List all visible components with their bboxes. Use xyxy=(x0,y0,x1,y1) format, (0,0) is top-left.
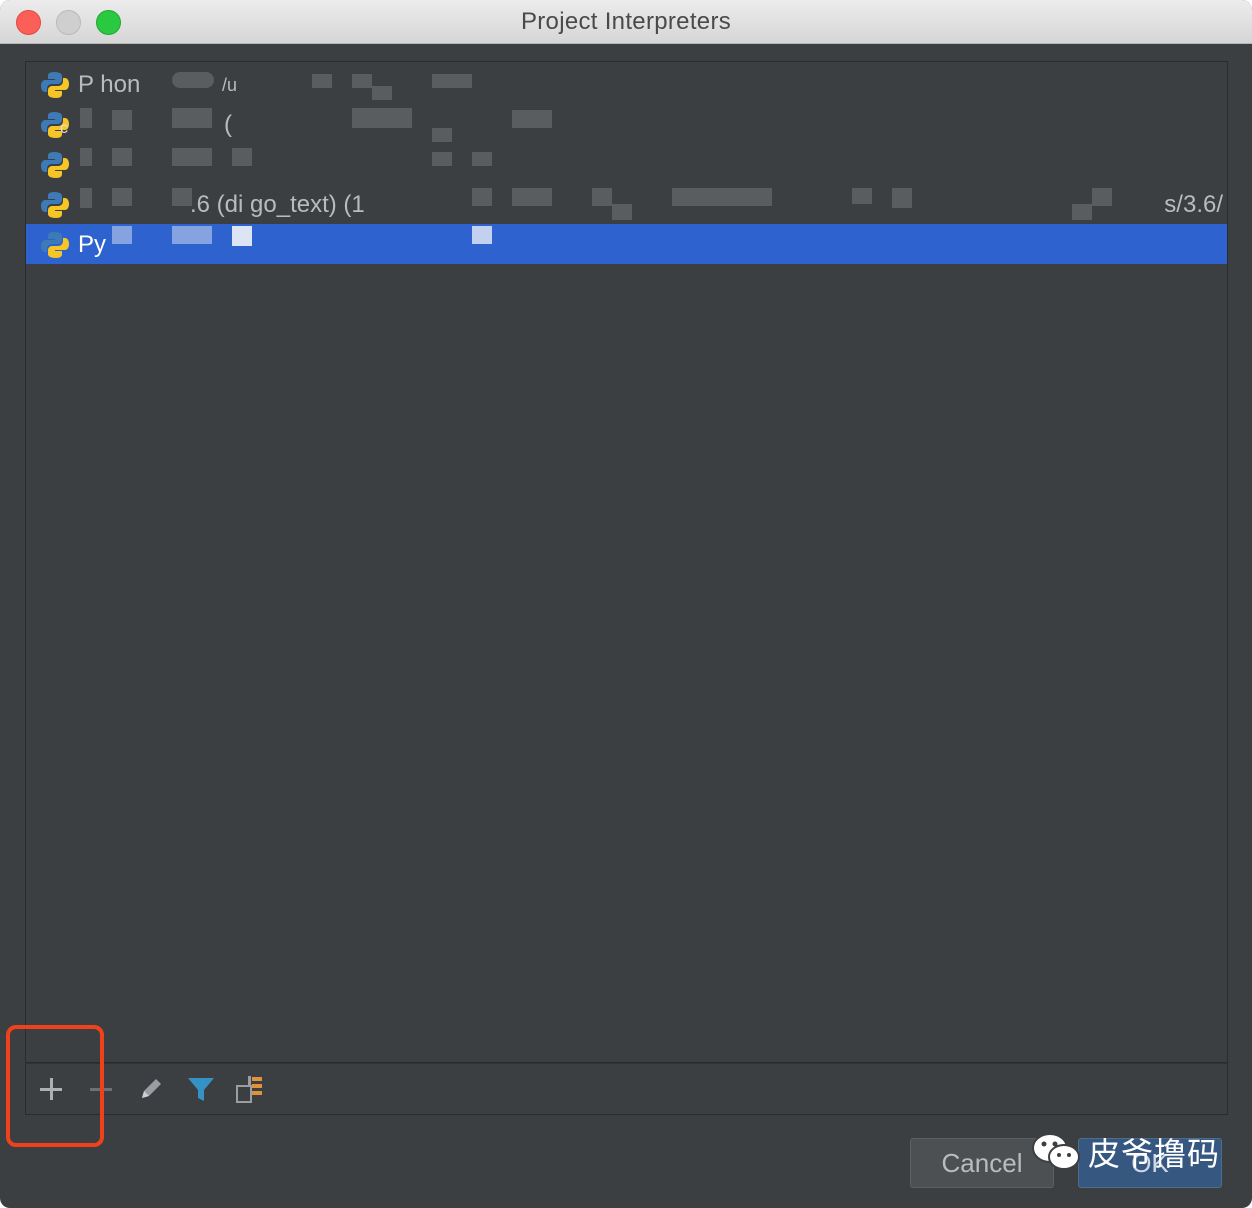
filter-icon xyxy=(188,1078,214,1101)
redacted-block xyxy=(352,74,372,88)
interpreter-label: ( xyxy=(224,111,232,138)
redacted-block xyxy=(1072,204,1092,220)
interpreter-toolbar xyxy=(25,1063,1228,1115)
filter-button[interactable] xyxy=(184,1072,218,1106)
interpreter-path: s/3.6/ xyxy=(1164,191,1223,218)
redacted-block xyxy=(112,148,132,166)
watermark-text: 皮爷撸码 xyxy=(1088,1136,1221,1172)
python-icon xyxy=(41,232,69,258)
redacted-block xyxy=(80,108,92,128)
redacted-block xyxy=(172,108,212,128)
python-icon xyxy=(41,72,69,98)
redacted-block xyxy=(512,188,552,206)
redacted-block xyxy=(432,152,452,166)
window-title: Project Interpreters xyxy=(520,8,732,35)
redacted-block xyxy=(352,108,412,128)
python-icon xyxy=(41,152,69,178)
redacted-block xyxy=(892,188,912,208)
show-paths-button[interactable] xyxy=(234,1072,268,1106)
redacted-block xyxy=(112,226,132,244)
redacted-block xyxy=(112,188,132,206)
python-icon xyxy=(41,192,69,218)
redacted-block xyxy=(232,148,252,166)
redacted-block xyxy=(112,110,132,130)
title-bar: Project Interpreters xyxy=(0,0,1252,44)
redacted-block xyxy=(312,74,332,88)
interpreter-suffix: /u xyxy=(222,75,238,95)
watermark: 皮爷撸码 xyxy=(1030,1128,1220,1176)
interpreter-row[interactable]: c ( xyxy=(26,104,1227,144)
redacted-block xyxy=(672,188,772,206)
redacted-block xyxy=(1092,188,1112,206)
minus-icon xyxy=(90,1088,112,1091)
redacted-block xyxy=(852,188,872,204)
redacted-block xyxy=(472,226,492,244)
interpreter-row-selected[interactable]: Py xyxy=(26,224,1227,264)
redacted-block xyxy=(172,188,192,206)
redacted-block xyxy=(472,152,492,166)
interpreter-row[interactable]: .6 (di go_text) (1 s/3.6/ xyxy=(26,184,1227,224)
tree-paths-icon xyxy=(236,1076,262,1103)
conda-badge: c xyxy=(60,120,68,137)
interpreter-label: P hon xyxy=(78,71,141,98)
add-interpreter-button[interactable] xyxy=(34,1072,68,1106)
edit-interpreter-button[interactable] xyxy=(134,1072,168,1106)
redacted-block xyxy=(432,128,452,142)
redacted-block xyxy=(172,148,212,166)
project-interpreters-dialog: Project Interpreters P hon /u c (.6 (di… xyxy=(0,0,1252,1208)
redacted-block xyxy=(232,226,252,246)
remove-interpreter-button[interactable] xyxy=(84,1072,118,1106)
redacted-block xyxy=(372,86,392,100)
plus-icon xyxy=(40,1078,62,1100)
redacted-block xyxy=(80,148,92,166)
interpreter-row[interactable] xyxy=(26,144,1227,184)
interpreter-row[interactable]: P hon /u xyxy=(26,64,1227,104)
redacted-block xyxy=(592,188,612,206)
redacted-block xyxy=(172,72,214,88)
redacted-block xyxy=(80,188,92,208)
redacted-block xyxy=(172,226,212,244)
redacted-block xyxy=(612,204,632,220)
pencil-icon xyxy=(142,1079,161,1098)
redacted-block xyxy=(432,74,472,88)
interpreter-label: .6 (di go_text) (1 xyxy=(190,191,365,218)
redacted-block xyxy=(472,188,492,206)
interpreter-label: Py xyxy=(78,231,107,258)
interpreter-list[interactable]: P hon /u c (.6 (di go_text) (1 s/3.6/ P… xyxy=(25,61,1228,1063)
redacted-block xyxy=(512,110,552,128)
wechat-icon xyxy=(1032,1133,1080,1170)
